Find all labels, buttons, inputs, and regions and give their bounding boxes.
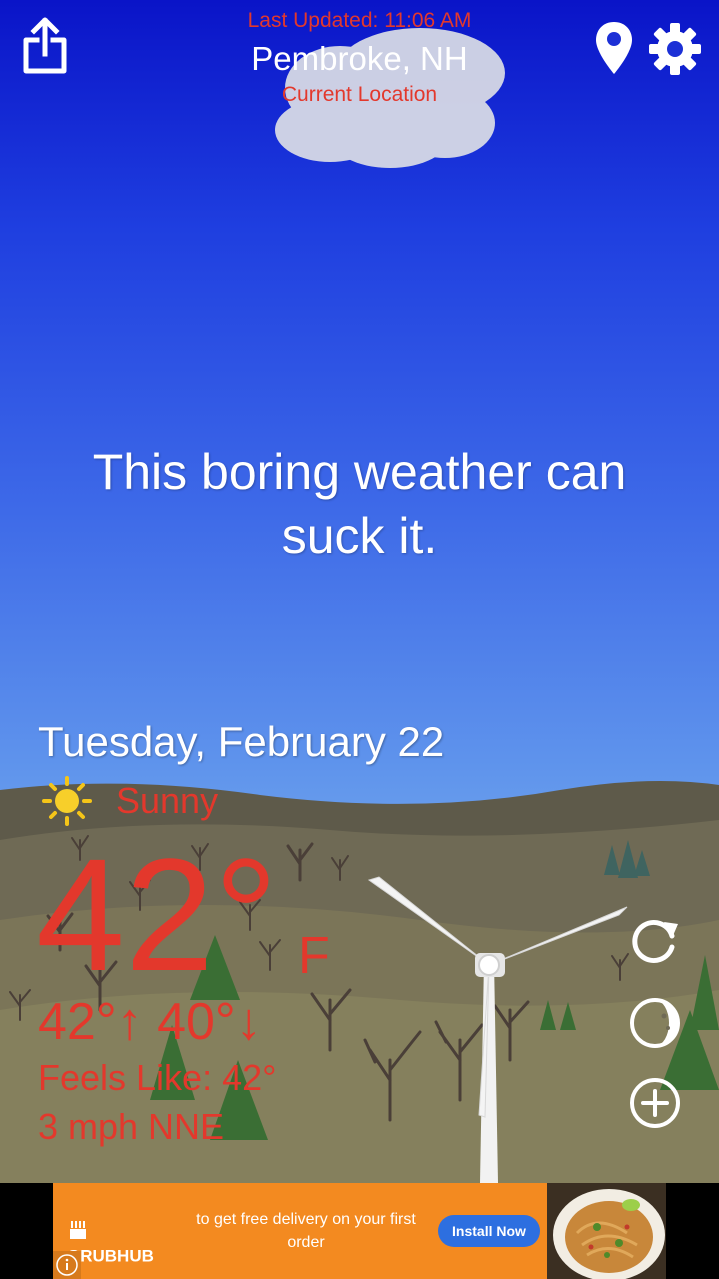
ad-banner[interactable]: GRUBHUB to get free delivery on your fir… — [53, 1183, 666, 1279]
grubhub-logo: GRUBHUB — [67, 1219, 167, 1266]
fork-icon — [70, 1221, 86, 1239]
current-temperature: 42° — [36, 825, 278, 1004]
city-name[interactable]: Pembroke, NH — [0, 40, 719, 78]
food-photo — [547, 1183, 666, 1279]
high-low-temperature: 42°↑ 40°↓ — [38, 993, 262, 1051]
condition-label: Sunny — [116, 780, 219, 821]
install-now-button[interactable]: Install Now — [438, 1215, 540, 1247]
feels-like-label: Feels Like: 42° — [38, 1057, 277, 1098]
last-updated-label: Last Updated: 11:06 AM — [247, 9, 472, 32]
add-icon[interactable] — [628, 1076, 682, 1130]
info-icon[interactable] — [53, 1251, 81, 1279]
weather-message: This boring weather can suck it. — [92, 444, 627, 564]
temperature-unit[interactable]: F — [298, 926, 330, 986]
sun-icon — [42, 776, 92, 826]
date-label: Tuesday, February 22 — [38, 718, 445, 765]
moon-phase-icon[interactable] — [628, 996, 682, 1050]
refresh-icon[interactable] — [628, 914, 682, 968]
current-location-label: Current Location — [281, 83, 438, 106]
ad-text: to get free delivery on your first order — [196, 1211, 416, 1251]
wind-label: 3 mph NNE — [38, 1106, 225, 1147]
